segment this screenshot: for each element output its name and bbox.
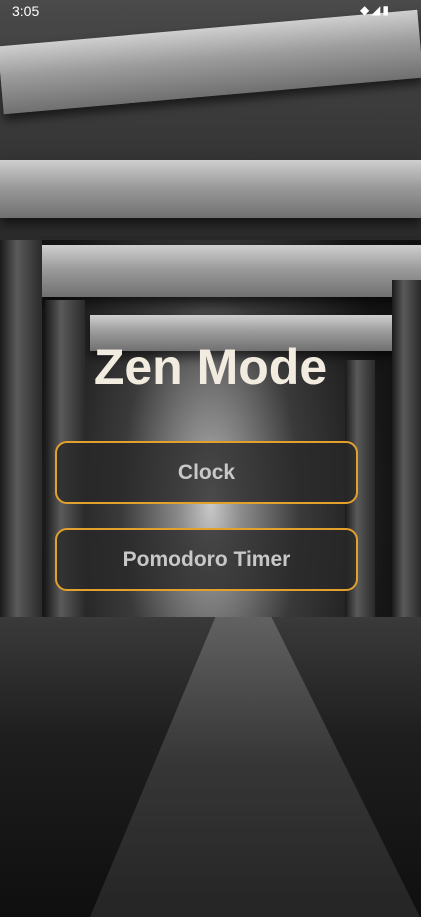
pomodoro-timer-button[interactable]: Pomodoro Timer	[55, 528, 358, 591]
clock-button[interactable]: Clock	[55, 441, 358, 504]
status-icons: ◆◢▮	[359, 3, 391, 17]
page-title: Zen Mode	[93, 339, 328, 395]
torii-beam	[0, 160, 421, 218]
torii-beam	[40, 245, 421, 297]
status-bar: 3:05 ◆◢▮	[0, 0, 421, 22]
status-time: 3:05	[12, 3, 40, 19]
